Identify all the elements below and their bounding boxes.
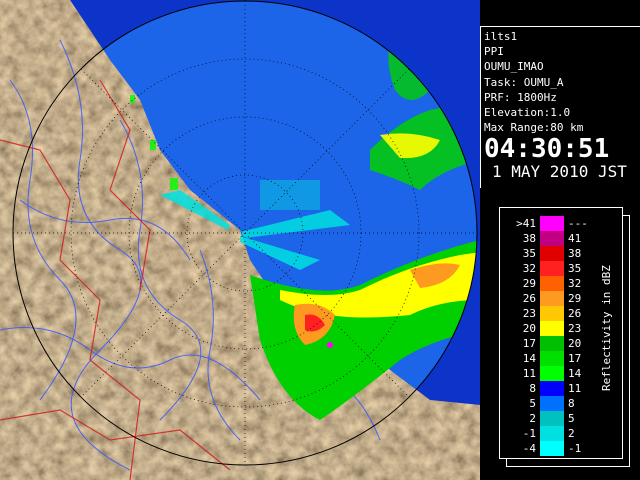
legend-upper-bound: 20 — [568, 337, 582, 350]
legend-color-swatch — [540, 261, 564, 276]
observation-date: 1 MAY 2010 JST — [492, 162, 627, 182]
radar-info-panel: ilts1 PPI OUMU_IMAO Task: OUMU_A PRF: 18… — [480, 26, 640, 188]
legend-lower-bound: 26 — [522, 292, 536, 305]
legend-lower-bound: -1 — [522, 427, 536, 440]
info-line-station: ilts1 — [484, 30, 518, 43]
legend-color-swatch — [540, 441, 564, 456]
info-line-max-range: Max Range:80 km — [484, 121, 584, 135]
info-line-elevation: Elevation:1.0 — [484, 106, 571, 120]
legend-color-swatch — [540, 246, 564, 261]
legend-lower-bound: 35 — [522, 247, 536, 260]
legend-lower-bound: 14 — [522, 352, 536, 365]
legend-lower-bound: 2 — [529, 412, 536, 425]
legend-unit-label: Reflectivity in dBZ — [600, 265, 613, 391]
legend-upper-bound: 35 — [568, 262, 582, 275]
info-line-task: Task: OUMU_A — [484, 75, 564, 89]
legend-color-swatch — [540, 366, 564, 381]
legend-lower-bound: 20 — [522, 322, 536, 335]
legend-color-swatch — [540, 231, 564, 246]
legend-color-swatch — [540, 396, 564, 411]
legend-color-swatch — [540, 381, 564, 396]
legend-upper-bound: 41 — [568, 232, 582, 245]
legend-color-swatch — [540, 321, 564, 336]
legend-upper-bound: 32 — [568, 277, 582, 290]
legend-upper-bound: 17 — [568, 352, 582, 365]
info-line-scan-type: PPI — [484, 45, 504, 59]
legend-upper-bound: 14 — [568, 367, 582, 380]
observation-time: 04:30:51 — [484, 134, 610, 165]
legend-lower-bound: 8 — [529, 382, 536, 395]
legend-color-swatch — [540, 426, 564, 441]
legend-upper-bound: 8 — [568, 397, 575, 410]
legend-lower-bound: 5 — [529, 397, 536, 410]
legend-lower-bound: 23 — [522, 307, 536, 320]
legend-lower-bound: 29 — [522, 277, 536, 290]
info-line-site: OUMU_IMAO — [484, 60, 544, 74]
legend-color-swatch — [540, 336, 564, 351]
legend-lower-bound: 32 — [522, 262, 536, 275]
legend-color-swatch — [540, 291, 564, 306]
legend-color-swatch — [540, 216, 564, 231]
legend-upper-bound: 5 — [568, 412, 575, 425]
legend-upper-bound: 29 — [568, 292, 582, 305]
legend-upper-bound: 26 — [568, 307, 582, 320]
radar-ppi-map[interactable] — [0, 0, 480, 480]
legend-row: -1 2 — [500, 426, 624, 441]
legend-lower-bound: 17 — [522, 337, 536, 350]
info-line-prf: PRF: 1800Hz — [484, 90, 557, 104]
legend-lower-bound: -4 — [522, 442, 536, 455]
legend-lower-bound: >41 — [516, 217, 536, 230]
legend-upper-bound: 38 — [568, 247, 582, 260]
legend-upper-bound: 2 — [568, 427, 575, 440]
legend-row: -4 -1 — [500, 441, 624, 456]
legend-color-swatch — [540, 351, 564, 366]
legend-lower-bound: 38 — [522, 232, 536, 245]
legend-color-swatch — [540, 411, 564, 426]
legend-lower-bound: 11 — [522, 367, 536, 380]
legend-upper-bound: -1 — [568, 442, 582, 455]
legend-upper-bound: 23 — [568, 322, 582, 335]
legend-upper-bound: --- — [568, 217, 588, 230]
reflectivity-legend: >41 --- 38 41 35 38 32 35 29 32 26 29 23 26 20 23 17 20 14… — [499, 207, 623, 459]
legend-color-swatch — [540, 276, 564, 291]
legend-upper-bound: 11 — [568, 382, 582, 395]
legend-color-swatch — [540, 306, 564, 321]
